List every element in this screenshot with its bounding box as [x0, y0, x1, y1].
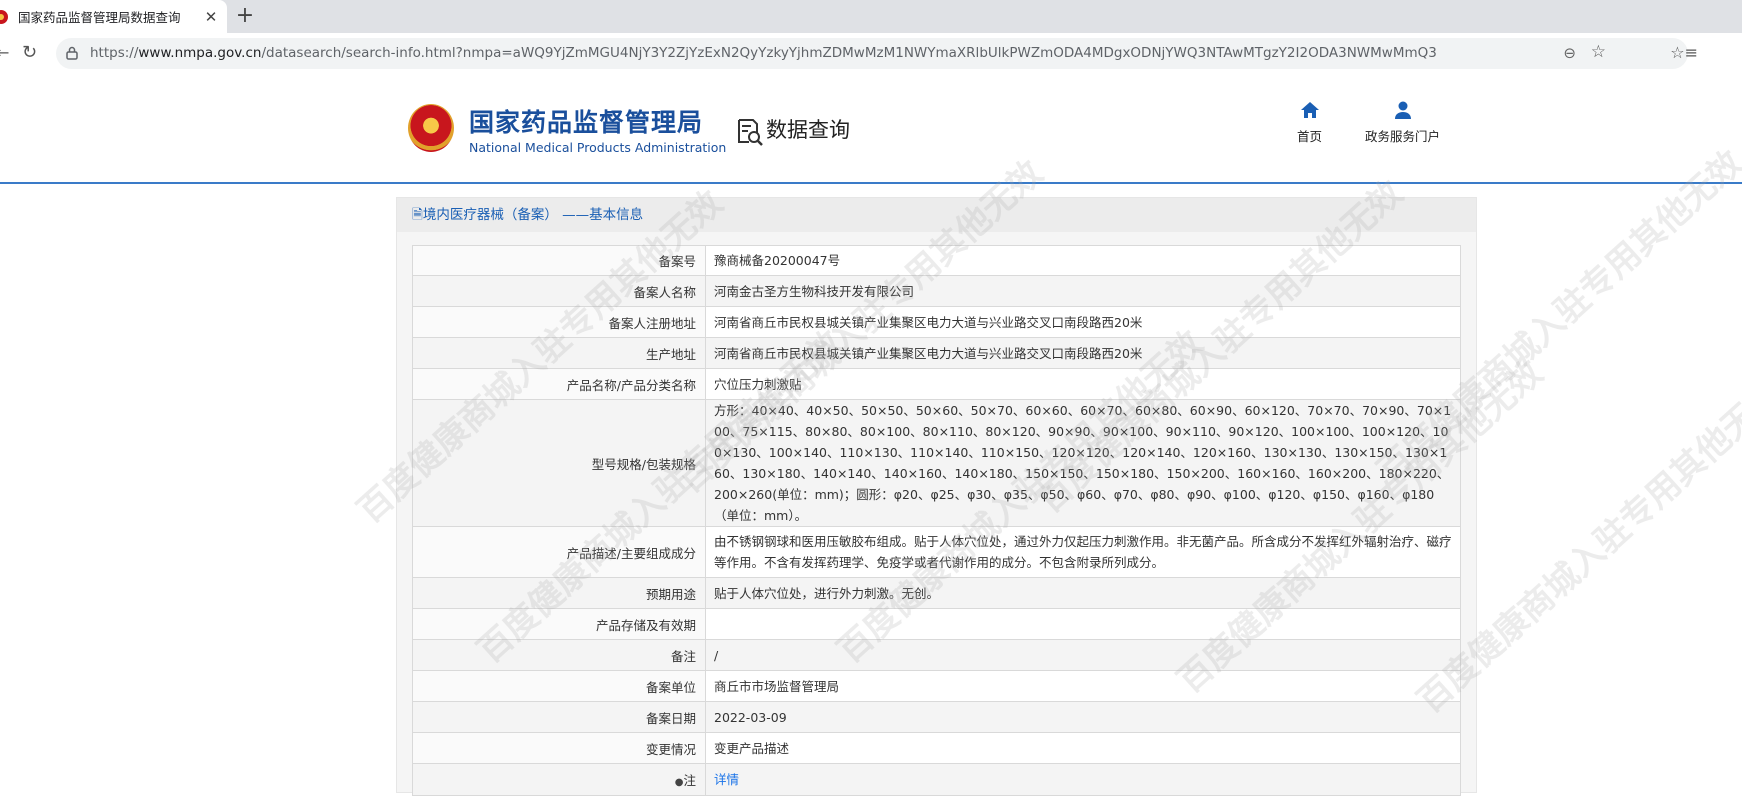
new-tab-plus-icon[interactable]: + — [232, 4, 258, 30]
row-key: 预期用途 — [412, 577, 706, 609]
site-header: 国家药品监督管理局 National Medical Products Admi… — [0, 74, 1742, 184]
table-row: 产品存储及有效期 — [412, 608, 1461, 640]
row-key: 生产地址 — [412, 337, 706, 369]
table-row: 备案号 豫商械备20200047号 — [412, 245, 1461, 276]
org-name-cn: 国家药品监督管理局 — [469, 108, 704, 137]
row-key: 产品名称/产品分类名称 — [412, 368, 706, 400]
row-value: 河南省商丘市民权县城关镇产业集聚区电力大道与兴业路交叉口南段路西20米 — [705, 337, 1461, 369]
row-value: 商丘市市场监督管理局 — [705, 670, 1461, 702]
nav-service-portal[interactable]: 政务服务门户 — [1365, 100, 1440, 145]
row-value: 贴于人体穴位处，进行外力刺激。无创。 — [705, 577, 1461, 609]
url-text[interactable]: https://www.nmpa.gov.cn/datasearch/searc… — [90, 38, 1437, 69]
row-value: 变更产品描述 — [705, 732, 1461, 764]
row-key: 变更情况 — [412, 732, 706, 764]
row-key: 备案日期 — [412, 701, 706, 733]
row-key: 产品描述/主要组成成分 — [412, 526, 706, 578]
row-value — [705, 608, 1461, 640]
data-query-icon — [738, 119, 763, 146]
table-row: 生产地址 河南省商丘市民权县城关镇产业集聚区电力大道与兴业路交叉口南段路西20米 — [412, 337, 1461, 369]
reload-icon[interactable]: ↻ — [22, 42, 37, 63]
details-link[interactable]: 详情 — [714, 772, 739, 787]
row-key: 备案人注册地址 — [412, 306, 706, 338]
row-value: 详情 — [705, 763, 1461, 796]
nav-home[interactable]: 首页 — [1297, 100, 1322, 145]
url-path: /datasearch/search-info.html?nmpa=aWQ9Yj… — [261, 45, 1437, 61]
table-row: 型号规格/包装规格 方形：40×40、40×50、50×50、50×60、50×7… — [412, 399, 1461, 527]
home-icon — [1300, 102, 1319, 118]
tab-title: 国家药品监督管理局数据查询 — [18, 10, 181, 25]
table-row: ●注 详情 — [412, 763, 1461, 796]
panel-title: 🗎境内医疗器械（备案） ——基本信息 — [412, 207, 644, 223]
table-row: 备案日期 2022-03-09 — [412, 701, 1461, 733]
nav-portal-label: 政务服务门户 — [1365, 129, 1441, 144]
row-value: 河南金古圣方生物科技开发有限公司 — [705, 275, 1461, 307]
table-row: 备案人注册地址 河南省商丘市民权县城关镇产业集聚区电力大道与兴业路交叉口南段路西2… — [412, 306, 1461, 338]
back-icon[interactable]: ← — [0, 43, 9, 62]
row-value: / — [705, 639, 1461, 671]
site-favicon-icon — [0, 9, 8, 24]
row-key: 产品存储及有效期 — [412, 608, 706, 640]
zoom-icon[interactable]: ⊖ — [1563, 44, 1576, 62]
row-value: 河南省商丘市民权县城关镇产业集聚区电力大道与兴业路交叉口南段路西20米 — [705, 306, 1461, 338]
tab-close-icon[interactable]: ✕ — [201, 8, 221, 26]
browser-tab[interactable]: 国家药品监督管理局数据查询 ✕ — [0, 0, 227, 33]
row-value: 穴位压力刺激贴 — [705, 368, 1461, 400]
national-emblem-icon — [408, 104, 454, 152]
info-table: 备案号 豫商械备20200047号 备案人名称 河南金古圣方生物科技开发有限公司 备… — [412, 245, 1461, 796]
row-value: 方形：40×40、40×50、50×50、50×60、50×70、60×60、6… — [705, 399, 1461, 527]
browser-tab-bar: 国家药品监督管理局数据查询 ✕ + — [0, 0, 1742, 33]
url-prefix: https:// — [90, 45, 139, 61]
row-key: 型号规格/包装规格 — [412, 399, 706, 527]
row-key: 备案人名称 — [412, 275, 706, 307]
lock-icon[interactable] — [66, 46, 78, 60]
browser-toolbar: ← ↻ https://www.nmpa.gov.cn/datasearch/s… — [0, 33, 1742, 75]
table-row: 备案人名称 河南金古圣方生物科技开发有限公司 — [412, 275, 1461, 307]
panel-header: 🗎境内医疗器械（备案） ——基本信息 — [397, 198, 1476, 232]
table-row: 变更情况 变更产品描述 — [412, 732, 1461, 764]
url-domain: www.nmpa.gov.cn — [138, 45, 262, 61]
favorites-icon[interactable]: ☆≡ — [1670, 43, 1698, 62]
row-key: 备案号 — [412, 245, 706, 276]
org-name-en: National Medical Products Administration — [469, 140, 727, 155]
table-row: 备案单位 商丘市市场监督管理局 — [412, 670, 1461, 702]
row-key: ●注 — [412, 763, 706, 796]
info-panel: 🗎境内医疗器械（备案） ——基本信息 备案号 豫商械备20200047号 备案人名… — [396, 197, 1477, 796]
row-key: 备案单位 — [412, 670, 706, 702]
table-row: 预期用途 贴于人体穴位处，进行外力刺激。无创。 — [412, 577, 1461, 609]
row-value: 由不锈钢钢球和医用压敏胶布组成。贴于人体穴位处，通过外力仅起压力刺激作用。非无菌… — [705, 526, 1461, 578]
table-row: 产品名称/产品分类名称 穴位压力刺激贴 — [412, 368, 1461, 400]
row-key: 备注 — [412, 639, 706, 671]
note-label: 注 — [683, 773, 696, 788]
data-query-title: 数据查询 — [766, 118, 850, 142]
table-row: 备注 / — [412, 639, 1461, 671]
user-icon — [1394, 101, 1411, 119]
bookmark-star-icon[interactable]: ☆ — [1591, 42, 1606, 62]
panel-title-text: 境内医疗器械（备案） ——基本信息 — [422, 207, 644, 223]
nav-home-label: 首页 — [1297, 129, 1323, 144]
table-row: 产品描述/主要组成成分 由不锈钢钢球和医用压敏胶布组成。贴于人体穴位处，通过外力仅… — [412, 526, 1461, 578]
row-value: 豫商械备20200047号 — [705, 245, 1461, 276]
address-bar[interactable]: https://www.nmpa.gov.cn/datasearch/searc… — [56, 38, 1698, 69]
row-value: 2022-03-09 — [705, 701, 1461, 733]
